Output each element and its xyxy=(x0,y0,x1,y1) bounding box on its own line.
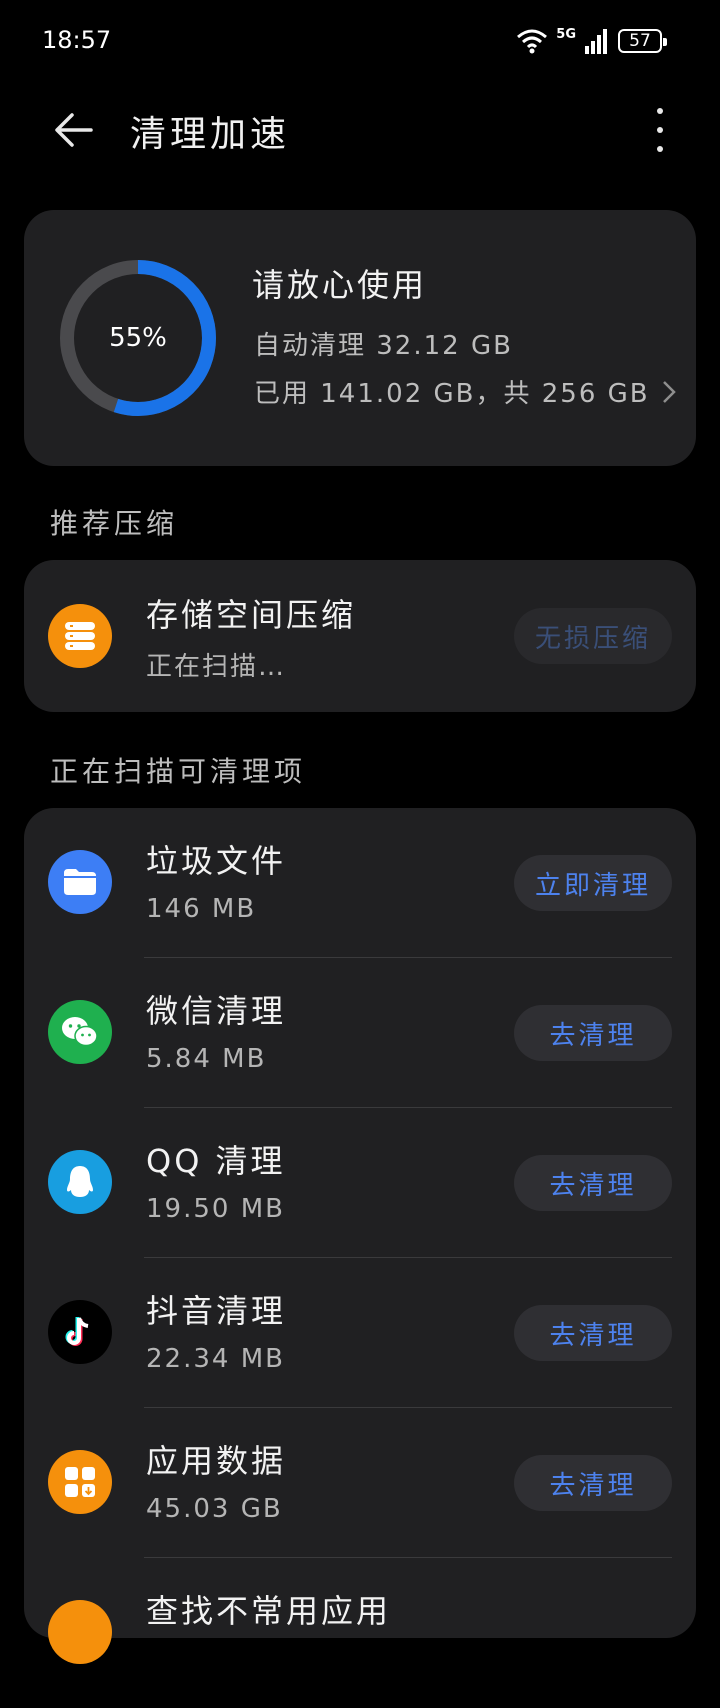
qq-icon xyxy=(48,1150,112,1214)
storage-compress-card[interactable]: 存储空间压缩 正在扫描… 无损压缩 xyxy=(24,560,696,712)
go-clean-button[interactable]: 去清理 xyxy=(514,1155,672,1211)
more-dot-icon xyxy=(657,146,663,152)
list-item-title: 垃圾文件 xyxy=(146,842,287,880)
list-item-title: 应用数据 xyxy=(146,1442,287,1480)
section-title-scanning: 正在扫描可清理项 xyxy=(50,755,307,788)
list-item-size: 5.84 MB xyxy=(146,1044,267,1074)
go-clean-button[interactable]: 去清理 xyxy=(514,1455,672,1511)
tiktok-icon xyxy=(48,1300,112,1364)
status-bar: 18:57 5G 57 xyxy=(0,0,720,80)
page-title: 清理加速 xyxy=(130,114,291,155)
back-button[interactable] xyxy=(44,100,104,160)
signal-icon xyxy=(585,29,607,54)
more-dot-icon xyxy=(657,127,663,133)
network-type-label: 5G xyxy=(556,26,576,42)
list-item-junk-files[interactable]: 垃圾文件 146 MB 立即清理 xyxy=(24,808,696,958)
auto-clean-info: 自动清理 32.12 GB xyxy=(254,331,513,361)
storage-usage-text: 已用 141.02 GB，共 256 GB xyxy=(254,379,650,409)
go-clean-button[interactable]: 去清理 xyxy=(514,1305,672,1361)
list-item-size: 146 MB xyxy=(146,894,257,924)
cleanup-list: 垃圾文件 146 MB 立即清理 微信清理 5.84 MB 去清理 QQ 清理 xyxy=(24,808,696,1664)
list-item-title: 抖音清理 xyxy=(146,1292,287,1330)
more-options-button[interactable] xyxy=(640,102,680,158)
status-time: 18:57 xyxy=(42,26,112,54)
storage-percent-label: 55% xyxy=(109,323,167,353)
list-item-douyin[interactable]: 抖音清理 22.34 MB 去清理 xyxy=(24,1258,696,1408)
wifi-icon xyxy=(517,29,548,54)
battery-icon: 57 xyxy=(618,29,667,53)
list-item-title: 查找不常用应用 xyxy=(146,1592,392,1630)
storage-overview-card[interactable]: 55% 请放心使用 自动清理 32.12 GB 已用 141.02 GB，共 2… xyxy=(24,210,696,466)
back-arrow-icon xyxy=(55,113,93,147)
section-title-recommend: 推荐压缩 xyxy=(50,507,179,540)
list-item-size: 22.34 MB xyxy=(146,1344,285,1374)
folder-icon xyxy=(48,850,112,914)
chevron-right-icon xyxy=(662,380,676,403)
wechat-icon xyxy=(48,1000,112,1064)
storage-status: 请放心使用 xyxy=(252,266,428,304)
list-item-app-data[interactable]: 应用数据 45.03 GB 去清理 xyxy=(24,1408,696,1558)
clean-now-button[interactable]: 立即清理 xyxy=(514,855,672,911)
app-bar: 清理加速 xyxy=(0,80,720,180)
storage-stack-icon xyxy=(48,604,112,668)
list-item-size: 19.50 MB xyxy=(146,1194,285,1224)
list-item-qq[interactable]: QQ 清理 19.50 MB 去清理 xyxy=(24,1108,696,1258)
compress-status: 正在扫描… xyxy=(146,652,287,682)
list-item-title: 微信清理 xyxy=(146,992,287,1030)
list-item-unused-apps[interactable]: 查找不常用应用 xyxy=(24,1558,696,1708)
list-item-title: QQ 清理 xyxy=(146,1142,286,1180)
storage-usage-row[interactable]: 已用 141.02 GB，共 256 GB xyxy=(254,373,676,410)
go-clean-button[interactable]: 去清理 xyxy=(514,1005,672,1061)
list-item-wechat[interactable]: 微信清理 5.84 MB 去清理 xyxy=(24,958,696,1108)
more-dot-icon xyxy=(657,108,663,114)
app-grid-icon xyxy=(48,1450,112,1514)
status-icons: 5G 57 xyxy=(516,26,667,56)
list-item-size: 45.03 GB xyxy=(146,1494,283,1524)
lossless-compress-button[interactable]: 无损压缩 xyxy=(514,608,672,664)
compress-title: 存储空间压缩 xyxy=(146,596,357,634)
battery-level: 57 xyxy=(629,31,651,51)
